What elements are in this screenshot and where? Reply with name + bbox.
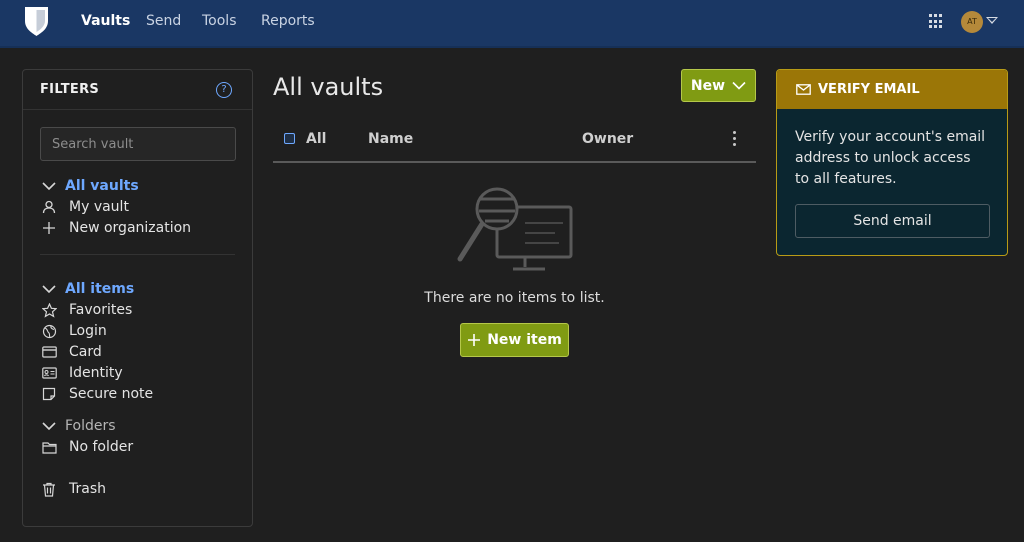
favorites-label: Favorites	[69, 302, 133, 318]
new-button-label: New	[690, 77, 726, 94]
card-label: Card	[69, 344, 102, 360]
avatar[interactable]: AT	[961, 11, 983, 33]
id-card-icon	[41, 365, 57, 381]
globe-icon	[41, 323, 57, 339]
filter-favorites[interactable]: Favorites	[41, 300, 132, 320]
filter-identity[interactable]: Identity	[41, 363, 123, 383]
my-vault-label: My vault	[69, 199, 129, 215]
empty-vault-illustration	[457, 187, 573, 271]
column-name[interactable]: Name	[368, 131, 413, 147]
filters-header: FILTERS ?	[23, 70, 252, 110]
new-button[interactable]: New	[681, 69, 756, 102]
table-header: All Name Owner	[273, 123, 756, 163]
verify-email-card: VERIFY EMAIL Verify your account's email…	[776, 69, 1008, 256]
plus-icon	[41, 220, 57, 236]
help-icon[interactable]: ?	[216, 82, 232, 98]
column-owner[interactable]: Owner	[582, 131, 633, 147]
identity-label: Identity	[69, 365, 123, 381]
page-title: All vaults	[273, 73, 384, 101]
login-label: Login	[69, 323, 107, 339]
search-vault-input[interactable]	[40, 127, 236, 161]
chevron-down-icon	[732, 81, 746, 90]
folder-icon	[41, 439, 57, 455]
new-item-button[interactable]: New item	[460, 323, 569, 357]
kebab-menu-icon[interactable]	[733, 131, 737, 146]
chevron-down-icon	[42, 422, 56, 431]
chevron-down-icon	[42, 285, 56, 294]
trash-icon	[41, 481, 57, 497]
envelope-icon	[796, 84, 811, 95]
nav-reports[interactable]: Reports	[261, 13, 315, 29]
filter-login[interactable]: Login	[41, 321, 107, 341]
all-items-label: All items	[65, 281, 135, 297]
verify-email-header: VERIFY EMAIL	[777, 70, 1007, 109]
secure-note-label: Secure note	[69, 386, 154, 402]
filters-panel: FILTERS ? All vaults My vault New organi…	[22, 69, 253, 527]
chevron-down-icon	[42, 182, 56, 191]
filters-divider	[40, 254, 235, 255]
all-items-toggle[interactable]: All items	[41, 279, 134, 299]
empty-state-text: There are no items to list.	[424, 290, 605, 306]
send-email-button[interactable]: Send email	[795, 204, 990, 238]
column-all[interactable]: All	[306, 131, 326, 147]
nav-send[interactable]: Send	[146, 13, 181, 29]
credit-card-icon	[41, 344, 57, 360]
all-vaults-label: All vaults	[65, 178, 139, 194]
folders-toggle[interactable]: Folders	[41, 416, 116, 436]
verify-email-text: Verify your account's email address to u…	[795, 129, 986, 187]
filter-secure-note[interactable]: Secure note	[41, 384, 153, 404]
account-menu-caret-icon[interactable]	[986, 17, 998, 24]
filter-no-folder[interactable]: No folder	[41, 437, 133, 457]
plus-icon	[468, 334, 481, 346]
no-folder-label: No folder	[69, 439, 134, 455]
new-organization-label: New organization	[69, 220, 192, 236]
bitwarden-logo-icon[interactable]	[23, 6, 50, 37]
new-item-label: New item	[487, 332, 562, 348]
star-icon	[41, 302, 57, 318]
user-icon	[41, 199, 57, 215]
filter-my-vault[interactable]: My vault	[41, 197, 129, 217]
nav-tools[interactable]: Tools	[202, 13, 237, 29]
trash-label: Trash	[69, 481, 106, 497]
note-icon	[41, 386, 57, 402]
filter-card[interactable]: Card	[41, 342, 102, 362]
filter-trash[interactable]: Trash	[41, 479, 106, 499]
filters-title: FILTERS	[40, 82, 100, 97]
nav-vaults[interactable]: Vaults	[81, 13, 130, 29]
folders-label: Folders	[65, 418, 116, 434]
select-all-checkbox[interactable]	[284, 133, 295, 144]
top-navbar: Vaults Send Tools Reports AT	[0, 0, 1024, 48]
product-switcher-icon[interactable]	[929, 14, 944, 29]
filter-new-organization[interactable]: New organization	[41, 218, 191, 238]
all-vaults-toggle[interactable]: All vaults	[41, 176, 139, 196]
verify-email-title: VERIFY EMAIL	[818, 82, 920, 97]
